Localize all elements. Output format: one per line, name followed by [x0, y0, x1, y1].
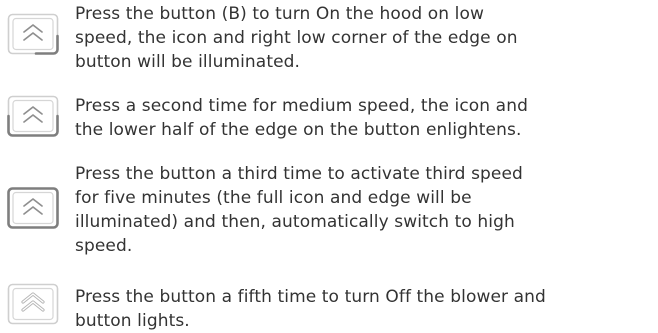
- step-low-speed-text: Press the button (B) to turn On the hood…: [75, 4, 518, 72]
- step-medium-speed-text: Press a second time for medium speed, th…: [75, 96, 528, 140]
- chevron-up-icon: [7, 187, 59, 229]
- hood-button-third-speed: [6, 186, 60, 230]
- chevron-up-icon: [7, 95, 59, 137]
- chevron-up-icon: [7, 13, 59, 55]
- chevron-up-outline-icon: [7, 283, 59, 325]
- hood-button-low-speed: [6, 12, 60, 56]
- hood-button-off: [6, 282, 60, 326]
- hood-button-medium-speed: [6, 94, 60, 138]
- step-off-text: Press the button a fifth time to turn Of…: [75, 287, 546, 331]
- step-third-speed-text: Press the button a third time to activat…: [75, 164, 523, 256]
